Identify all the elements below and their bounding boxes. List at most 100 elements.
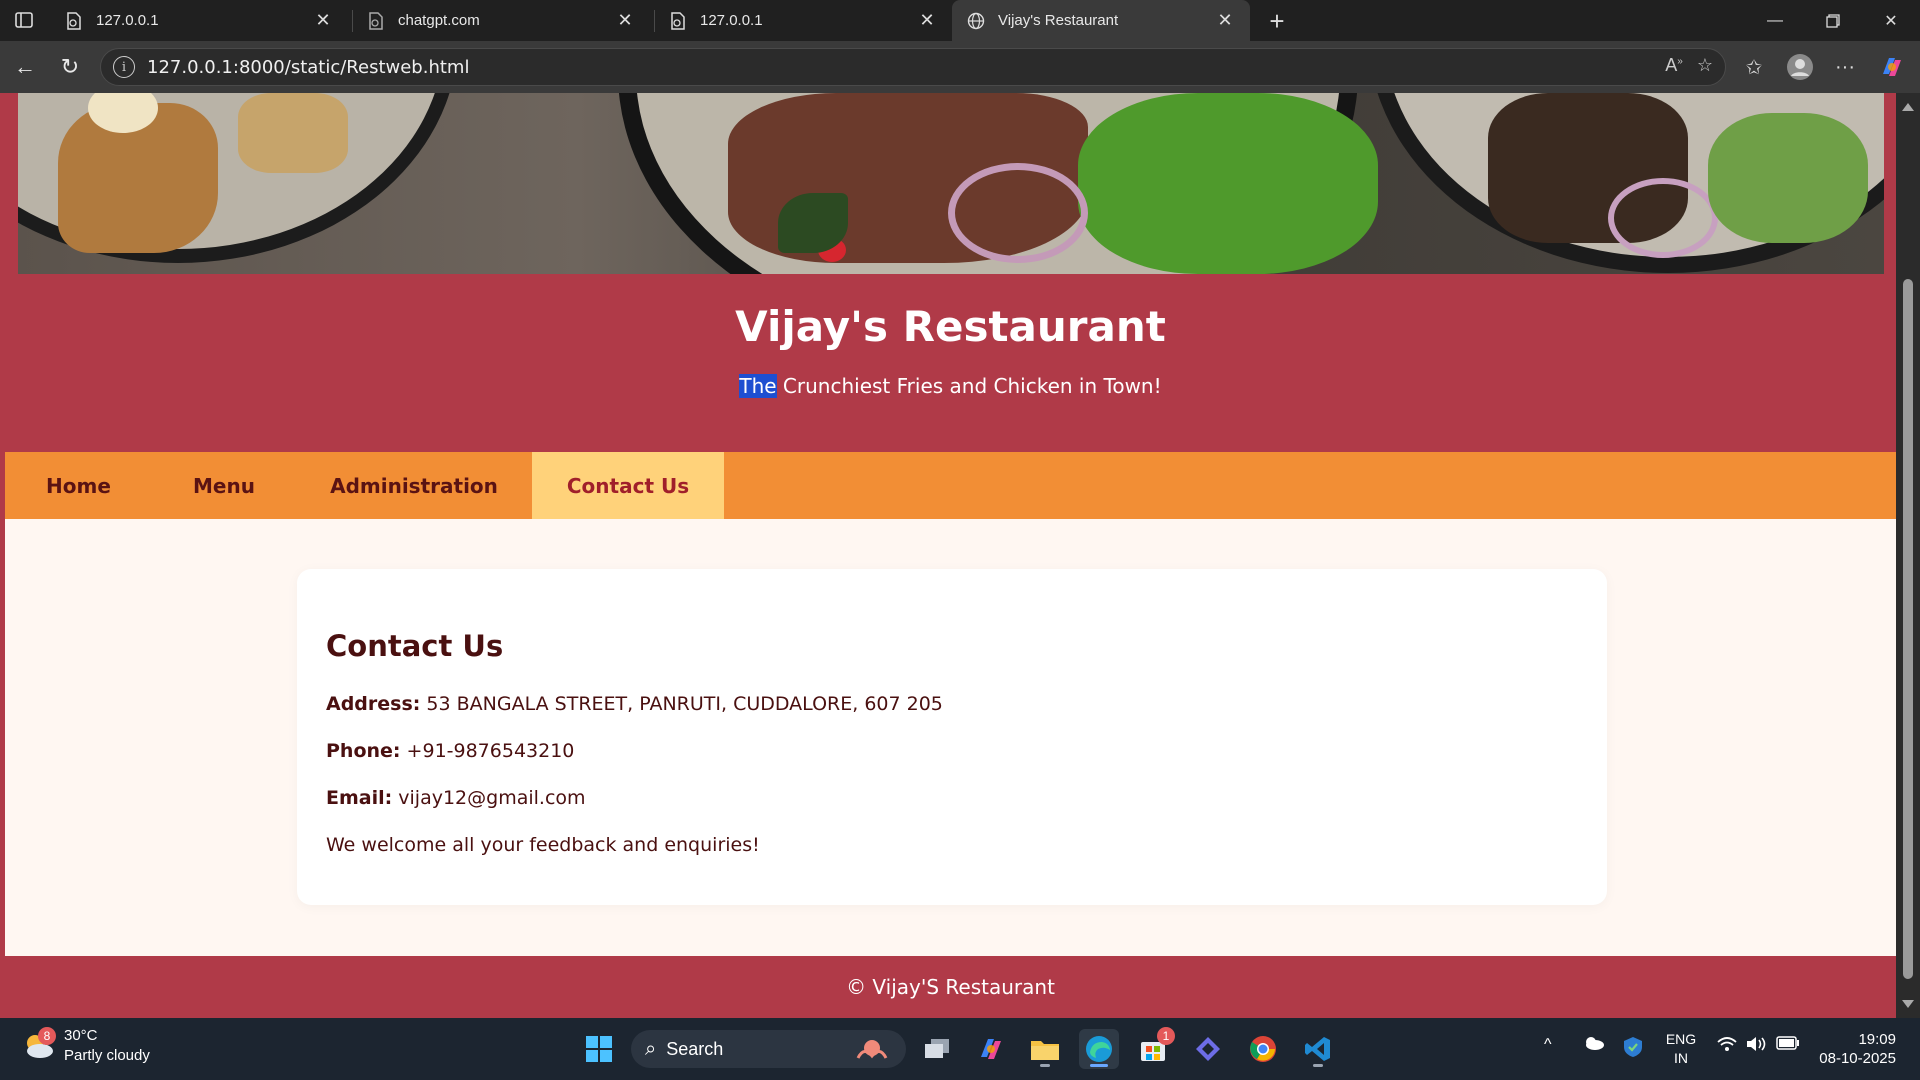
edge-browser-icon[interactable] [1079, 1029, 1119, 1069]
tab-title: chatgpt.com [398, 12, 480, 29]
address-label: Address: [326, 693, 421, 715]
start-windows-icon[interactable] [579, 1029, 619, 1069]
globe-icon [966, 11, 986, 31]
tagline-text: Crunchiest Fries and Chicken in Town! [776, 374, 1162, 398]
restaurant-page: Vijay's Restaurant The Crunchiest Fries … [5, 93, 1896, 1018]
nav-home[interactable]: Home [5, 452, 152, 519]
address-value: 53 BANGALA STREET, PANRUTI, CUDDALORE, 6… [420, 693, 943, 715]
onedrive-cloud-icon[interactable] [1583, 1036, 1605, 1055]
close-tab-icon[interactable]: ✕ [614, 10, 636, 32]
minimize-icon[interactable]: — [1746, 0, 1804, 41]
browser-tab-bar: 127.0.0.1 ✕ chatgpt.com ✕ 127.0.0.1 ✕ Vi… [0, 0, 1920, 41]
page-icon [668, 11, 688, 31]
welcome-message: We welcome all your feedback and enquiri… [326, 834, 760, 856]
nav-administration[interactable]: Administration [296, 452, 532, 519]
store-badge: 1 [1157, 1027, 1175, 1045]
address-line: Address: 53 BANGALA STREET, PANRUTI, CUD… [326, 693, 943, 715]
power-automate-icon[interactable] [1188, 1029, 1228, 1069]
site-info-icon[interactable]: i [113, 56, 135, 78]
site-title: Vijay's Restaurant [735, 302, 1166, 351]
running-indicator [1090, 1064, 1108, 1067]
site-tagline: The Crunchiest Fries and Chicken in Town… [5, 374, 1896, 398]
phone-line: Phone: +91-9876543210 [326, 740, 574, 762]
security-shield-icon[interactable] [1623, 1036, 1643, 1063]
system-clock[interactable]: 19:09 08-10-2025 [1810, 1030, 1896, 1068]
tab-actions-icon[interactable] [10, 8, 38, 32]
language-indicator[interactable]: ENG IN [1664, 1030, 1698, 1068]
search-icon: ⌕ [645, 1037, 657, 1060]
close-window-icon[interactable]: ✕ [1862, 0, 1920, 41]
phone-label: Phone: [326, 740, 401, 762]
profile-avatar-icon[interactable] [1784, 51, 1816, 83]
weather-temp: 30°C [64, 1027, 98, 1044]
site-navbar: Home Menu Administration Contact Us [5, 452, 1896, 519]
clock-date: 08-10-2025 [1819, 1050, 1896, 1067]
email-value: vijay12@gmail.com [392, 787, 586, 809]
more-options-icon[interactable]: ··· [1829, 51, 1861, 83]
favorite-star-icon[interactable]: ☆ [1697, 55, 1713, 76]
tab-title: Vijay's Restaurant [998, 12, 1119, 29]
partly-cloudy-icon: 8 [22, 1027, 56, 1061]
nav-menu[interactable]: Menu [152, 452, 296, 519]
hero-food-image [18, 93, 1884, 274]
task-view-icon[interactable] [917, 1029, 957, 1069]
url-text[interactable]: 127.0.0.1:8000/static/Restweb.html [147, 57, 469, 78]
lang-line2: IN [1674, 1050, 1688, 1066]
chrome-icon[interactable] [1243, 1029, 1283, 1069]
battery-icon[interactable] [1776, 1036, 1800, 1055]
taskbar-search[interactable]: ⌕ Search [631, 1030, 906, 1068]
running-indicator [1313, 1064, 1323, 1067]
browser-toolbar: ← ↻ i 127.0.0.1:8000/static/Restweb.html… [0, 41, 1920, 93]
tab-title: 127.0.0.1 [700, 12, 763, 29]
main-content: Contact Us Address: 53 BANGALA STREET, P… [5, 519, 1896, 956]
search-highlight-icon [852, 1036, 892, 1067]
browser-tab-3[interactable]: 127.0.0.1 ✕ [654, 0, 952, 41]
copilot-taskbar-icon[interactable] [971, 1029, 1011, 1069]
read-aloud-icon[interactable]: A» [1665, 55, 1683, 76]
email-label: Email: [326, 787, 393, 809]
wifi-icon[interactable] [1717, 1036, 1737, 1057]
page-icon [64, 11, 84, 31]
windows-taskbar: 8 30°C Partly cloudy ⌕ Search 1 ^ ENG IN… [0, 1018, 1920, 1080]
back-icon[interactable]: ← [9, 51, 41, 83]
page-viewport: Vijay's Restaurant The Crunchiest Fries … [0, 93, 1920, 1018]
weather-desc: Partly cloudy [64, 1047, 150, 1064]
search-label: Search [666, 1038, 724, 1059]
scrollbar-thumb[interactable] [1903, 279, 1913, 979]
weather-badge: 8 [38, 1027, 56, 1045]
favorites-icon[interactable]: ✩ [1738, 51, 1770, 83]
scroll-down-icon[interactable] [1902, 1000, 1914, 1008]
contact-card: Contact Us Address: 53 BANGALA STREET, P… [297, 569, 1607, 905]
clock-time: 19:09 [1858, 1031, 1896, 1048]
address-bar[interactable]: i 127.0.0.1:8000/static/Restweb.html A» … [100, 48, 1726, 86]
email-line: Email: vijay12@gmail.com [326, 787, 586, 809]
page-icon [366, 11, 386, 31]
copilot-icon[interactable] [1876, 51, 1908, 83]
close-tab-icon[interactable]: ✕ [916, 10, 938, 32]
restore-icon[interactable] [1804, 0, 1862, 41]
weather-widget[interactable]: 8 30°C Partly cloudy [22, 1026, 150, 1066]
reload-icon[interactable]: ↻ [54, 51, 86, 83]
phone-value: +91-9876543210 [400, 740, 575, 762]
file-explorer-icon[interactable] [1025, 1029, 1065, 1069]
show-hidden-icons-icon[interactable]: ^ [1544, 1036, 1552, 1054]
browser-tab-2[interactable]: chatgpt.com ✕ [352, 0, 650, 41]
running-indicator [1040, 1064, 1050, 1067]
site-footer: © Vijay'S Restaurant [5, 956, 1896, 1018]
tab-title: 127.0.0.1 [96, 12, 159, 29]
volume-icon[interactable] [1746, 1036, 1768, 1057]
page-scrollbar[interactable] [1896, 93, 1920, 1018]
close-tab-icon[interactable]: ✕ [1214, 10, 1236, 32]
lang-line1: ENG [1665, 1031, 1697, 1047]
microsoft-store-icon[interactable]: 1 [1133, 1027, 1175, 1069]
nav-contact-us[interactable]: Contact Us [532, 452, 724, 519]
vscode-icon[interactable] [1298, 1029, 1338, 1069]
site-header: Vijay's Restaurant The Crunchiest Fries … [5, 274, 1896, 452]
selected-text: The [739, 374, 777, 398]
new-tab-icon[interactable]: + [1262, 6, 1292, 36]
browser-tab-1[interactable]: 127.0.0.1 ✕ [50, 0, 348, 41]
contact-heading: Contact Us [326, 629, 504, 663]
close-tab-icon[interactable]: ✕ [312, 10, 334, 32]
browser-tab-4[interactable]: Vijay's Restaurant ✕ [952, 0, 1250, 41]
scroll-up-icon[interactable] [1902, 103, 1914, 111]
